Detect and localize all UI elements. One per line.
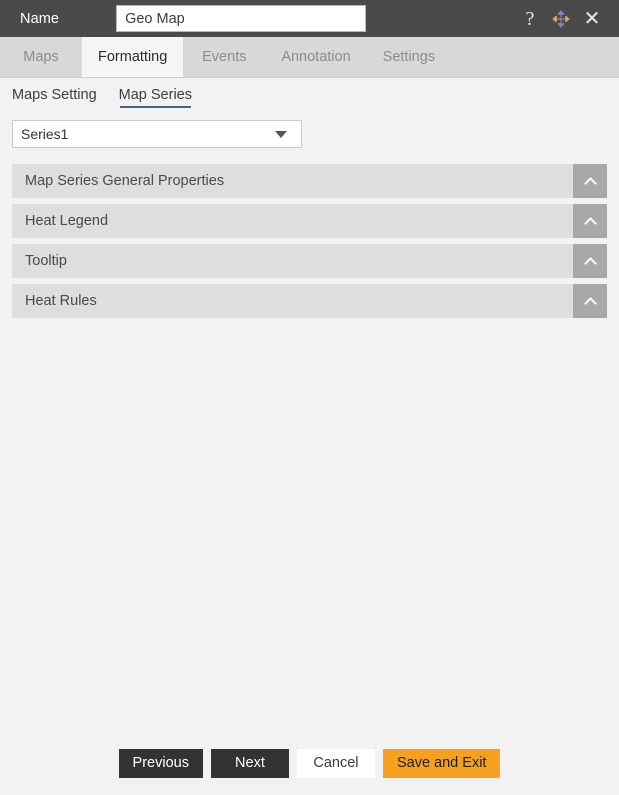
move-arrows-icon[interactable] [550, 8, 572, 30]
chevron-up-icon [585, 256, 596, 267]
section-title: Heat Rules [25, 293, 97, 309]
section-toggle-button[interactable] [573, 244, 607, 278]
section-tooltip[interactable]: Tooltip [12, 244, 607, 278]
chevron-up-icon [585, 176, 596, 187]
tab-settings[interactable]: Settings [367, 37, 451, 77]
section-map-series-general-properties[interactable]: Map Series General Properties [12, 164, 607, 198]
tab-bar: Maps Formatting Events Annotation Settin… [0, 37, 619, 78]
section-toggle-button[interactable] [573, 204, 607, 238]
chevron-down-icon [275, 130, 287, 138]
titlebar-actions: ? ✕ [519, 8, 603, 30]
tab-annotation[interactable]: Annotation [265, 37, 366, 77]
subnav-item-map-series[interactable]: Map Series [119, 85, 192, 108]
chevron-up-icon [585, 296, 596, 307]
section-title: Map Series General Properties [25, 173, 225, 189]
section-title: Tooltip [25, 253, 67, 269]
map-series-sections: Map Series General Properties Heat Legen… [0, 148, 619, 318]
sub-navigation: Maps Setting Map Series [0, 78, 619, 114]
chevron-up-icon [585, 216, 596, 227]
cancel-button[interactable]: Cancel [296, 748, 375, 778]
name-input[interactable] [116, 5, 367, 32]
section-title: Heat Legend [25, 213, 109, 229]
save-and-exit-button[interactable]: Save and Exit [382, 748, 501, 778]
geo-map-dialog: Name ? ✕ Maps Form [0, 0, 619, 795]
tab-formatting[interactable]: Formatting [82, 37, 184, 77]
section-toggle-button[interactable] [573, 164, 607, 198]
previous-button[interactable]: Previous [118, 748, 203, 778]
series-select-value: Series1 [21, 126, 69, 142]
close-icon[interactable]: ✕ [581, 8, 603, 30]
section-heat-legend[interactable]: Heat Legend [12, 204, 607, 238]
series-select[interactable]: Series1 [12, 120, 302, 148]
subnav-item-maps-setting[interactable]: Maps Setting [12, 85, 97, 108]
name-label: Name [20, 10, 60, 27]
dialog-titlebar: Name ? ✕ [0, 0, 619, 37]
help-icon[interactable]: ? [519, 8, 541, 30]
dialog-footer: Previous Next Cancel Save and Exit [0, 737, 619, 795]
content-empty-area [0, 318, 619, 737]
section-heat-rules[interactable]: Heat Rules [12, 284, 607, 318]
section-toggle-button[interactable] [573, 284, 607, 318]
series-select-row: Series1 [0, 114, 619, 148]
tab-maps[interactable]: Maps [0, 37, 82, 77]
next-button[interactable]: Next [210, 748, 289, 778]
tab-events[interactable]: Events [183, 37, 265, 77]
